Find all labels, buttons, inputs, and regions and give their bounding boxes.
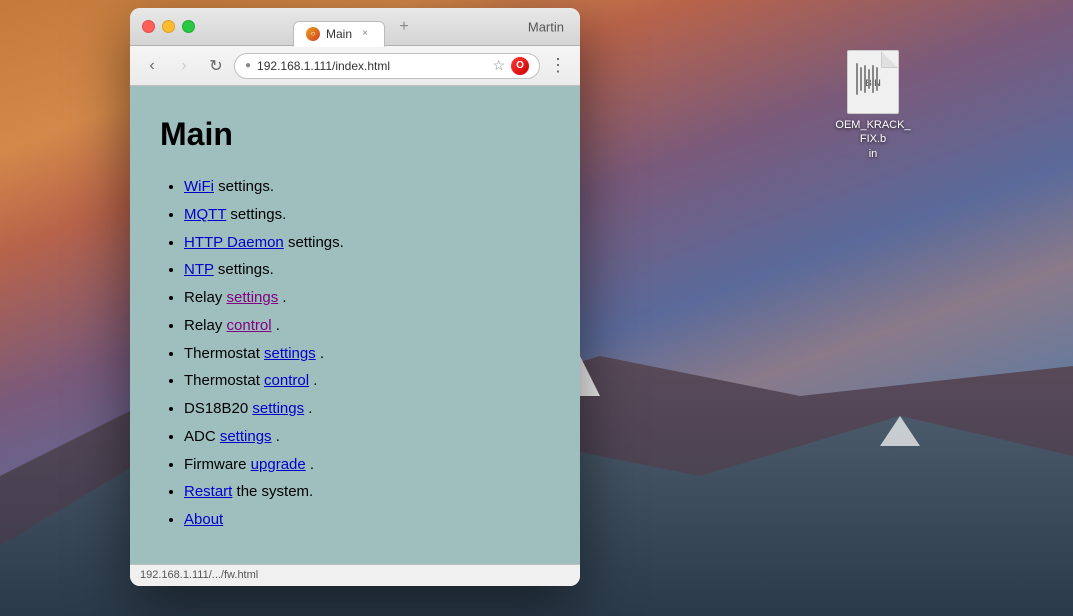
list-item: WiFi settings. [184,173,550,201]
opera-icon: O [511,57,529,75]
new-tab-button[interactable]: + [391,14,417,40]
thermostat-control-prefix: Thermostat [184,372,264,389]
bookmark-star-icon[interactable]: ☆ [492,57,505,74]
user-name: Martin [528,19,564,34]
address-bar[interactable]: ● 192.168.1.111/index.html ☆ O [234,53,540,79]
tab-favicon: ○ [306,27,320,41]
back-button[interactable]: ‹ [138,52,166,80]
about-link[interactable]: About [184,511,223,528]
ds18b20-prefix: DS18B20 [184,400,252,417]
ntp-suffix: settings. [218,261,274,278]
maximize-button[interactable] [182,20,195,33]
adc-prefix: ADC [184,428,220,445]
firmware-prefix: Firmware [184,456,251,473]
http-daemon-suffix: settings. [288,234,344,251]
list-item: NTP settings. [184,256,550,284]
file-icon-graphic: BIN [847,50,899,114]
reload-button[interactable]: ↻ [202,52,230,80]
adc-settings-link[interactable]: settings [220,428,272,445]
wifi-link[interactable]: WiFi [184,178,214,195]
tab-title: Main [326,27,352,41]
mqtt-suffix: settings. [230,206,286,223]
list-item: HTTP Daemon settings. [184,229,550,257]
ntp-link[interactable]: NTP [184,261,214,278]
relay-settings-prefix: Relay [184,289,227,306]
active-tab[interactable]: ○ Main × [293,21,385,47]
more-options-button[interactable]: ⋮ [544,52,572,80]
ds18b20-settings-link[interactable]: settings [252,400,304,417]
list-item: Relay settings . [184,284,550,312]
thermostat-settings-link[interactable]: settings [264,345,316,362]
thermostat-control-link[interactable]: control [264,372,309,389]
title-bar: ○ Main × + Martin [130,8,580,46]
relay-settings-link[interactable]: settings [227,289,279,306]
list-item: Restart the system. [184,478,550,506]
menu-list: WiFi settings. MQTT settings. HTTP Daemo… [160,173,550,534]
thermostat-settings-suffix: . [320,345,324,362]
firmware-suffix: . [310,456,314,473]
tab-bar: ○ Main × + [293,14,417,40]
relay-control-link[interactable]: control [227,317,272,334]
minimize-button[interactable] [162,20,175,33]
desktop-background: BIN OEM_KRACK_FIX.b in [0,0,1073,616]
firmware-upgrade-link[interactable]: upgrade [251,456,306,473]
page-content: Main WiFi settings. MQTT settings. HTTP … [130,86,580,564]
list-item: Thermostat settings . [184,340,550,368]
list-item: About [184,506,550,534]
address-lock-icon: ● [245,60,251,71]
address-text: 192.168.1.111/index.html [257,59,486,73]
list-item: DS18B20 settings . [184,395,550,423]
relay-settings-suffix: . [282,289,286,306]
list-item: MQTT settings. [184,201,550,229]
traffic-lights [142,20,195,33]
relay-control-prefix: Relay [184,317,227,334]
list-item: Firmware upgrade . [184,451,550,479]
desktop-file-icon[interactable]: BIN OEM_KRACK_FIX.b in [833,50,913,161]
forward-button[interactable]: › [170,52,198,80]
status-text: 192.168.1.111/.../fw.html [140,569,258,581]
page-title: Main [160,116,550,153]
restart-suffix: the system. [237,483,314,500]
wifi-suffix: settings. [218,178,274,195]
adc-suffix: . [276,428,280,445]
http-daemon-link[interactable]: HTTP Daemon [184,234,284,251]
mqtt-link[interactable]: MQTT [184,206,226,223]
thermostat-control-suffix: . [313,372,317,389]
thermostat-settings-prefix: Thermostat [184,345,264,362]
browser-window: ○ Main × + Martin ‹ › ↻ ● 192.168.1.111/… [130,8,580,586]
ds18b20-suffix: . [308,400,312,417]
nav-bar: ‹ › ↻ ● 192.168.1.111/index.html ☆ O ⋮ [130,46,580,86]
list-item: ADC settings . [184,423,550,451]
status-bar: 192.168.1.111/.../fw.html [130,564,580,586]
restart-link[interactable]: Restart [184,483,232,500]
list-item: Thermostat control . [184,367,550,395]
file-icon-name: OEM_KRACK_FIX.b in [833,118,913,161]
tab-close-button[interactable]: × [358,27,372,41]
list-item: Relay control . [184,312,550,340]
close-button[interactable] [142,20,155,33]
relay-control-suffix: . [276,317,280,334]
